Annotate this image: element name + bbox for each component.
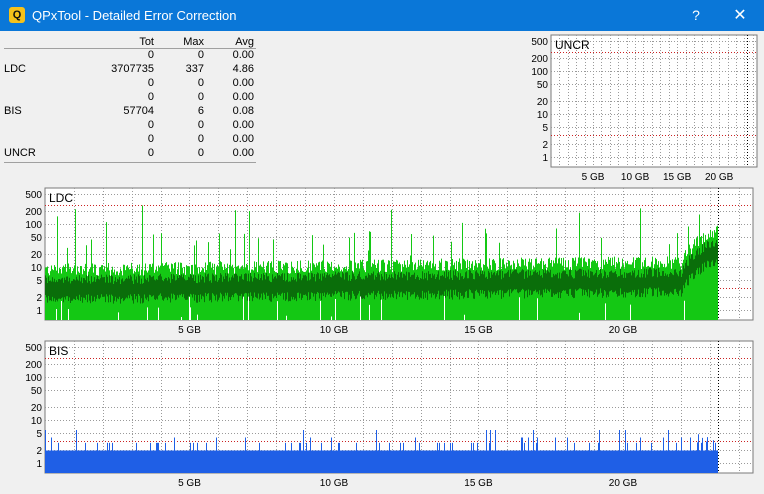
y-tick-label: 1 bbox=[36, 306, 42, 317]
x-tick-label: 10 GB bbox=[320, 325, 349, 336]
chart-title: BIS bbox=[49, 344, 68, 358]
x-tick-label: 5 GB bbox=[178, 325, 201, 336]
stats-max-value: 0 bbox=[197, 147, 204, 159]
stats-row: 0 0 0.00 bbox=[4, 91, 256, 105]
ldc-chart: 1 2 5 10 20 50 100 200 500 5 GB 10 GB 15 GB 20 GB LDC bbox=[16, 186, 758, 340]
stats-row-bis: BIS 57704 6 0.08 bbox=[4, 105, 256, 119]
stats-avg-value: 0.00 bbox=[232, 147, 254, 159]
stats-max-value: 0 bbox=[197, 119, 204, 131]
help-button[interactable]: ? bbox=[676, 0, 716, 31]
uncr-chart: 1 2 5 10 20 50 100 200 500 5 GB 10 GB 15 GB 20 GB UNC… bbox=[520, 33, 760, 185]
stats-row-label: UNCR bbox=[4, 147, 36, 159]
ldc-chart-svg: 1 2 5 10 20 50 100 200 500 5 GB 10 GB 15 GB 20 GB LDC bbox=[25, 187, 754, 336]
stats-row-label: LDC bbox=[4, 63, 27, 75]
x-tick-label: 15 GB bbox=[464, 478, 493, 489]
y-tick-label: 2 bbox=[542, 140, 548, 151]
stats-avg-value: 0.08 bbox=[232, 105, 254, 117]
x-tick-label: 5 GB bbox=[582, 172, 605, 183]
stats-avg-value: 0.00 bbox=[232, 91, 254, 103]
bis-chart: 1 2 5 10 20 50 100 200 500 5 GB 10 GB 15 GB 20 GB BIS bbox=[16, 339, 758, 491]
stats-row-uncr: UNCR 0 0 0.00 bbox=[4, 147, 256, 161]
y-tick-label: 5 bbox=[36, 429, 42, 440]
x-tick-label: 15 GB bbox=[464, 325, 493, 336]
stats-tot-value: 0 bbox=[147, 91, 154, 103]
x-tick-label: 20 GB bbox=[705, 172, 734, 183]
y-tick-label: 200 bbox=[25, 207, 42, 218]
y-tick-label: 50 bbox=[31, 233, 43, 244]
x-tick-label: 15 GB bbox=[663, 172, 692, 183]
stats-max-value: 0 bbox=[197, 91, 204, 103]
stats-max-value: 0 bbox=[197, 49, 204, 61]
y-tick-label: 50 bbox=[537, 80, 549, 91]
y-tick-label: 200 bbox=[531, 54, 548, 65]
stats-header-avg: Avg bbox=[235, 36, 254, 48]
stats-row-label: BIS bbox=[4, 105, 22, 117]
y-tick-label: 100 bbox=[531, 67, 548, 78]
y-tick-label: 20 bbox=[31, 403, 43, 414]
stats-avg-value: 0.00 bbox=[232, 133, 254, 145]
y-tick-label: 10 bbox=[31, 416, 43, 427]
stats-tot-value: 57704 bbox=[123, 105, 154, 117]
stats-row: 0 0 0.00 bbox=[4, 77, 256, 91]
x-tick-label: 20 GB bbox=[609, 325, 638, 336]
stats-avg-value: 0.00 bbox=[232, 119, 254, 131]
close-button[interactable]: ✕ bbox=[720, 0, 760, 31]
stats-max-value: 337 bbox=[185, 63, 204, 75]
title-bar: Q QPxTool - Detailed Error Correction ? … bbox=[0, 0, 764, 31]
stats-avg-value: 0.00 bbox=[232, 49, 254, 61]
stats-tot-value: 0 bbox=[147, 49, 154, 61]
stats-row: 0 0 0.00 bbox=[4, 49, 256, 63]
stats-tot-value: 3707735 bbox=[111, 63, 154, 75]
stats-tot-value: 0 bbox=[147, 147, 154, 159]
chart-title: LDC bbox=[49, 191, 73, 205]
y-tick-label: 5 bbox=[36, 276, 42, 287]
stats-tot-value: 0 bbox=[147, 77, 154, 89]
y-tick-label: 1 bbox=[542, 153, 548, 164]
stats-header-row: Tot Max Avg bbox=[4, 36, 256, 49]
stats-header-max: Max bbox=[183, 36, 204, 48]
y-tick-label: 200 bbox=[25, 360, 42, 371]
y-tick-label: 20 bbox=[31, 250, 43, 261]
stats-row: 0 0 0.00 bbox=[4, 133, 256, 147]
stats-tot-value: 0 bbox=[147, 133, 154, 145]
y-tick-label: 500 bbox=[25, 343, 42, 354]
y-tick-label: 10 bbox=[31, 263, 43, 274]
y-tick-label: 10 bbox=[537, 110, 549, 121]
stats-row: 0 0 0.00 bbox=[4, 119, 256, 133]
y-tick-label: 100 bbox=[25, 373, 42, 384]
stats-avg-value: 4.86 bbox=[232, 63, 254, 75]
x-tick-label: 20 GB bbox=[609, 478, 638, 489]
stats-max-value: 0 bbox=[197, 133, 204, 145]
stats-avg-value: 0.00 bbox=[232, 77, 254, 89]
y-tick-label: 2 bbox=[36, 293, 42, 304]
stats-max-value: 6 bbox=[197, 105, 204, 117]
y-tick-label: 2 bbox=[36, 446, 42, 457]
stats-row-ldc: LDC 3707735 337 4.86 bbox=[4, 63, 256, 77]
y-tick-label: 100 bbox=[25, 220, 42, 231]
x-tick-label: 5 GB bbox=[178, 478, 201, 489]
window-title: QPxTool - Detailed Error Correction bbox=[32, 8, 237, 23]
x-tick-label: 10 GB bbox=[320, 478, 349, 489]
chart-title: UNCR bbox=[555, 38, 590, 52]
y-tick-label: 20 bbox=[537, 97, 549, 108]
stats-header-tot: Tot bbox=[139, 36, 154, 48]
y-tick-label: 1 bbox=[36, 459, 42, 470]
uncr-chart-svg: 1 2 5 10 20 50 100 200 500 5 GB 10 GB 15 GB 20 GB UNC… bbox=[531, 34, 758, 183]
statistics-table: Tot Max Avg 0 0 0.00 LDC 3707735 337 4.8… bbox=[4, 36, 256, 163]
stats-max-value: 0 bbox=[197, 77, 204, 89]
stats-tot-value: 0 bbox=[147, 119, 154, 131]
y-tick-label: 5 bbox=[542, 123, 548, 134]
y-tick-label: 50 bbox=[31, 386, 43, 397]
x-tick-label: 10 GB bbox=[621, 172, 650, 183]
bis-chart-svg: 1 2 5 10 20 50 100 200 500 5 GB 10 GB 15 GB 20 GB BIS bbox=[25, 340, 754, 489]
y-tick-label: 500 bbox=[25, 190, 42, 201]
app-icon: Q bbox=[9, 7, 25, 23]
stats-bottom-divider bbox=[4, 162, 256, 163]
y-tick-label: 500 bbox=[531, 37, 548, 48]
